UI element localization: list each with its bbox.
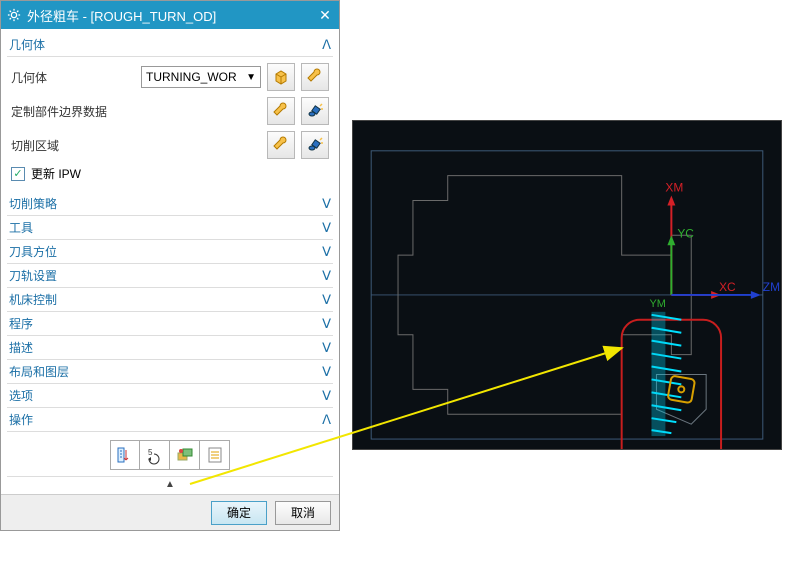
chevron-down-icon: ᐯ xyxy=(322,340,331,356)
generate-icon xyxy=(115,445,135,465)
triangle-up-icon: ▲ xyxy=(165,479,175,490)
chevron-up-icon: ᐱ xyxy=(322,37,331,53)
geometry-wrench-button[interactable] xyxy=(301,63,329,91)
section-machine-control[interactable]: 机床控制ᐯ xyxy=(7,288,333,312)
axis-zm-label: ZM xyxy=(763,280,780,294)
replay-button[interactable]: 5 xyxy=(140,440,170,470)
section-options[interactable]: 选项ᐯ xyxy=(7,384,333,408)
svg-text:5: 5 xyxy=(148,448,153,457)
chevron-down-icon: ᐯ xyxy=(322,364,331,380)
axis-yc-label: YC xyxy=(677,226,694,240)
geometry-select-value: TURNING_WOR xyxy=(146,70,237,84)
custom-part-label: 定制部件边界数据 xyxy=(11,103,261,120)
update-ipw-label: 更新 IPW xyxy=(31,165,81,182)
axis-xc-label: XC xyxy=(719,280,736,294)
axis-xm-label: XM xyxy=(665,181,683,195)
axis-ym-label: YM xyxy=(649,298,665,310)
section-tool-orient[interactable]: 刀具方位ᐯ xyxy=(7,240,333,264)
section-strategy[interactable]: 切削策略ᐯ xyxy=(7,192,333,216)
close-button[interactable]: ✕ xyxy=(317,7,333,24)
verify-icon xyxy=(175,445,195,465)
rough-turn-dialog: 外径粗车 - [ROUGH_TURN_OD] ✕ 几何体 ᐱ 几何体 TURNI… xyxy=(0,0,340,531)
chevron-down-icon: ᐯ xyxy=(322,268,331,284)
cube-icon xyxy=(272,68,290,86)
chevron-down-icon: ᐯ xyxy=(322,388,331,404)
chevron-down-icon: ᐯ xyxy=(322,244,331,260)
section-geometry[interactable]: 几何体 ᐱ xyxy=(7,33,333,57)
list-button[interactable] xyxy=(200,440,230,470)
section-program[interactable]: 程序ᐯ xyxy=(7,312,333,336)
chevron-down-icon: ᐯ xyxy=(322,196,331,212)
wrench-icon xyxy=(306,68,324,86)
verify-button[interactable] xyxy=(170,440,200,470)
geometry-edit-button[interactable] xyxy=(267,63,295,91)
chevron-down-icon: ᐯ xyxy=(322,316,331,332)
section-tool[interactable]: 工具ᐯ xyxy=(7,216,333,240)
section-description[interactable]: 描述ᐯ xyxy=(7,336,333,360)
operations-body: 5 xyxy=(7,432,333,476)
dialog-title: 外径粗车 - [ROUGH_TURN_OD] xyxy=(27,6,317,25)
ok-button[interactable]: 确定 xyxy=(211,501,267,525)
custom-part-flashlight-button[interactable] xyxy=(301,97,329,125)
section-geometry-body: 几何体 TURNING_WOR ▼ 定制部件边界数据 xyxy=(7,57,333,192)
cut-region-label: 切削区域 xyxy=(11,137,261,154)
cancel-button[interactable]: 取消 xyxy=(275,501,331,525)
geometry-select[interactable]: TURNING_WOR ▼ xyxy=(141,66,261,88)
chevron-down-icon: ᐯ xyxy=(322,220,331,236)
viewport-svg: XM YC YM XC ZM xyxy=(353,121,781,449)
section-operations[interactable]: 操作ᐱ xyxy=(7,408,333,432)
generate-button[interactable] xyxy=(110,440,140,470)
cut-region-flashlight-button[interactable] xyxy=(301,131,329,159)
wrench-icon xyxy=(272,102,290,120)
titlebar: 外径粗车 - [ROUGH_TURN_OD] ✕ xyxy=(1,1,339,29)
section-geometry-label: 几何体 xyxy=(9,36,322,53)
graphics-viewport[interactable]: XM YC YM XC ZM xyxy=(352,120,782,450)
chevron-up-icon: ᐱ xyxy=(322,412,331,428)
section-layout-layers[interactable]: 布局和图层ᐯ xyxy=(7,360,333,384)
cut-region-wrench-button[interactable] xyxy=(267,131,295,159)
geometry-label: 几何体 xyxy=(11,69,141,86)
dropdown-arrow-icon: ▼ xyxy=(246,72,256,83)
replay-icon: 5 xyxy=(145,445,165,465)
flashlight-icon xyxy=(306,102,324,120)
gear-icon xyxy=(7,8,21,22)
list-icon xyxy=(205,445,225,465)
custom-part-wrench-button[interactable] xyxy=(267,97,295,125)
wrench-icon xyxy=(272,136,290,154)
flashlight-icon xyxy=(306,136,324,154)
update-ipw-checkbox[interactable]: ✓ xyxy=(11,167,25,181)
section-path-settings[interactable]: 刀轨设置ᐯ xyxy=(7,264,333,288)
collapse-bar[interactable]: ▲ xyxy=(7,476,333,492)
chevron-down-icon: ᐯ xyxy=(322,292,331,308)
